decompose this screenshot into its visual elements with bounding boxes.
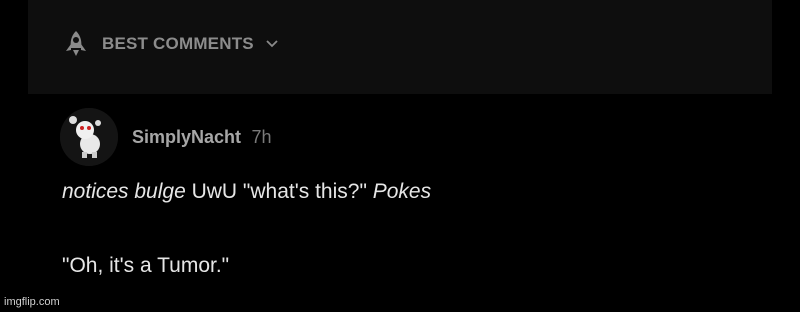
- comment-action-1: notices bulge: [62, 180, 186, 203]
- comment-action-2: Pokes: [372, 180, 432, 203]
- rocket-icon: [58, 26, 94, 62]
- comment-meta: SimplyNacht 7h: [132, 127, 272, 148]
- comment-timestamp: 7h: [251, 126, 272, 147]
- comment-header: SimplyNacht 7h: [60, 108, 272, 166]
- sort-label: BEST COMMENTS: [102, 34, 254, 53]
- comment-body: notices bulge UwU "what's this?" Pokes "…: [62, 178, 762, 280]
- comment-author[interactable]: SimplyNacht: [132, 127, 241, 147]
- sort-comments-button[interactable]: BEST COMMENTS: [58, 26, 278, 62]
- screenshot-frame: BEST COMMENTS SimplyNacht 7h notices bul…: [0, 0, 800, 312]
- comment-line-1: notices bulge UwU "what's this?" Pokes: [62, 178, 762, 206]
- comments-sort-bar: BEST COMMENTS: [28, 0, 772, 94]
- watermark: imgflip.com: [4, 296, 60, 308]
- comment-line-2: "Oh, it's a Tumor.": [62, 254, 230, 277]
- comment-text-1: UwU "what's this?": [185, 180, 373, 203]
- comment: SimplyNacht 7h notices bulge UwU "what's…: [0, 94, 800, 312]
- chevron-down-icon: [266, 40, 278, 48]
- avatar[interactable]: [60, 108, 118, 166]
